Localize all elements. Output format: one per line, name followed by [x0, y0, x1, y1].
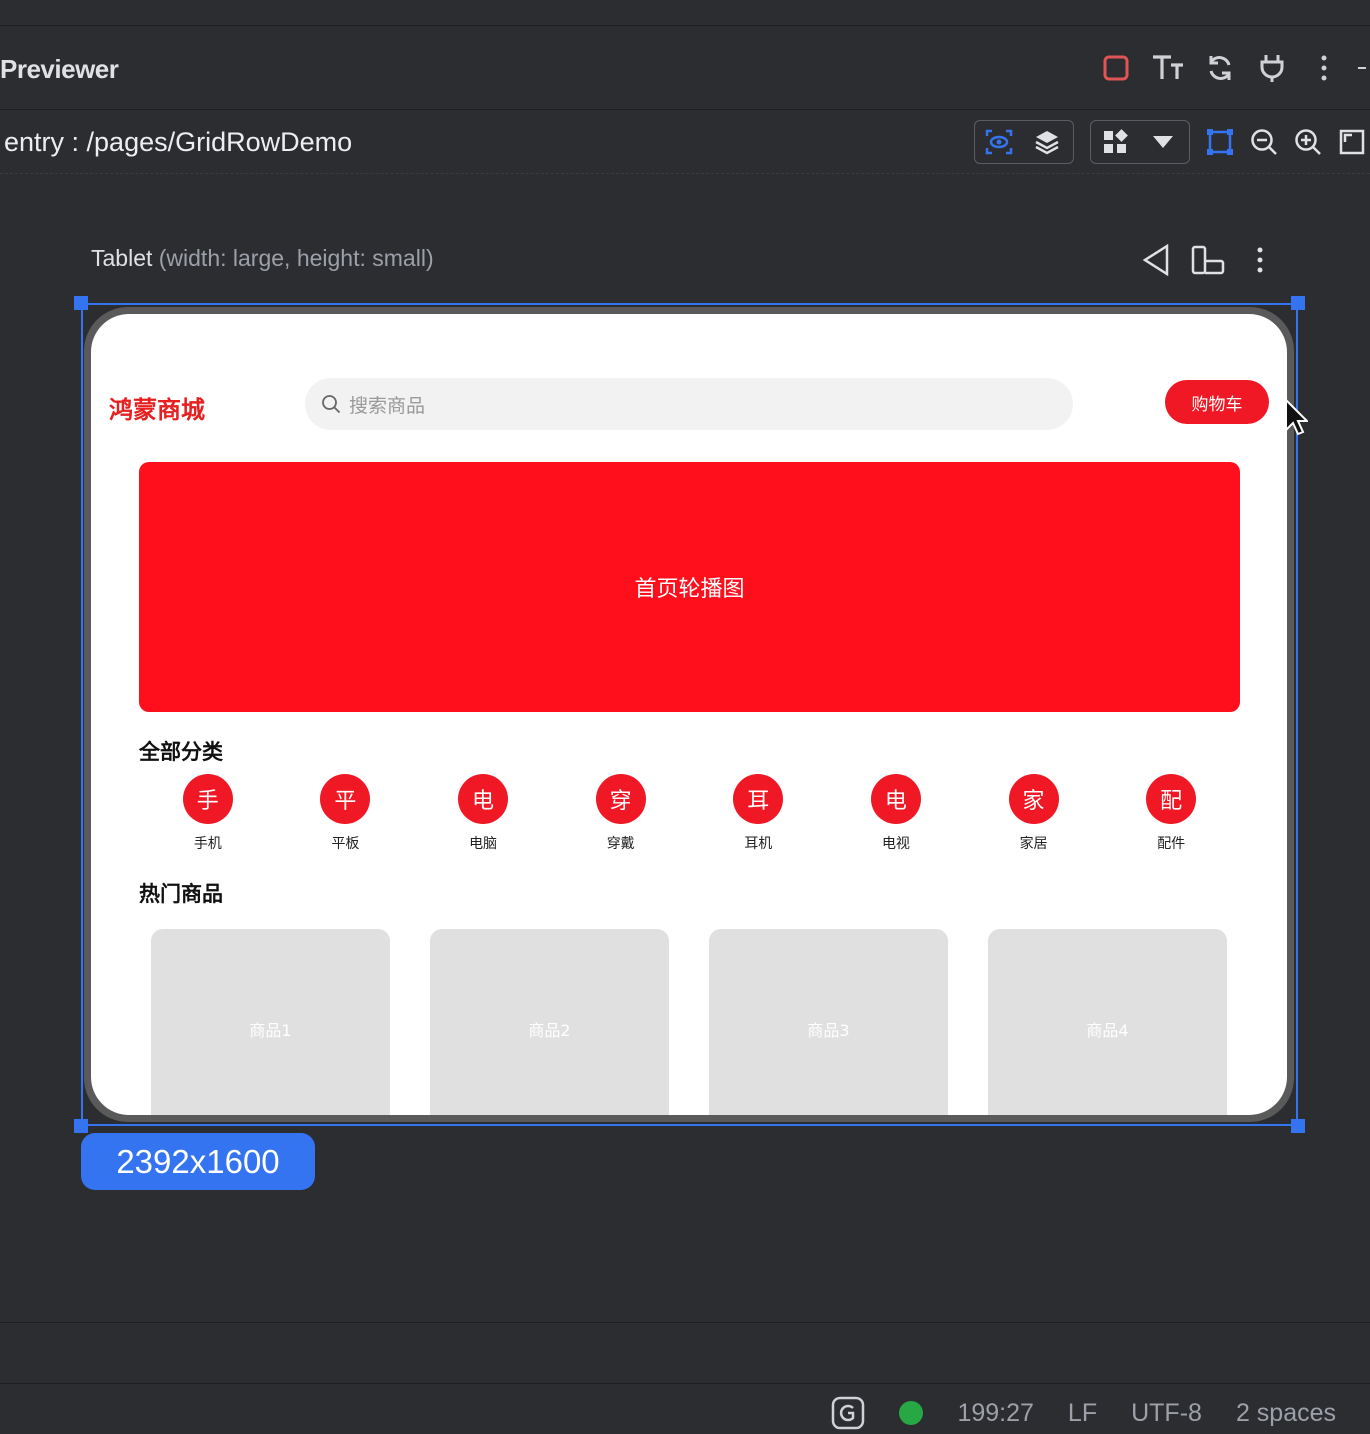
minimize-icon[interactable] [1350, 50, 1370, 86]
rotate-device-icon[interactable] [1182, 238, 1234, 282]
status-ok-indicator[interactable] [899, 1401, 924, 1425]
resize-handle[interactable] [74, 1119, 88, 1133]
selection-frame [81, 303, 1298, 1126]
chevron-down-icon[interactable] [1139, 121, 1187, 163]
route-pathbar: entry : /pages/GridRowDemo [0, 110, 1370, 174]
panel-divider [0, 1322, 1370, 1323]
grammar-icon[interactable] [831, 1396, 865, 1430]
fit-screen-icon[interactable] [1330, 120, 1370, 164]
mouse-cursor-icon [1284, 397, 1310, 441]
resize-handle[interactable] [74, 296, 88, 310]
inspect-toggle-group [974, 120, 1074, 164]
more-vertical-icon[interactable] [1298, 50, 1350, 86]
resize-handle[interactable] [1291, 1119, 1305, 1133]
resize-handle[interactable] [1291, 296, 1305, 310]
plug-icon[interactable] [1246, 50, 1298, 86]
layers-icon[interactable] [1023, 121, 1071, 163]
previewer-titlebar: Previewer [0, 28, 1370, 110]
multi-device-group [1090, 120, 1190, 164]
inspector-icon[interactable] [975, 121, 1023, 163]
page-path[interactable]: entry : /pages/GridRowDemo [4, 127, 352, 158]
zoom-out-icon[interactable] [1242, 120, 1286, 164]
line-ending[interactable]: LF [1068, 1399, 1097, 1428]
device-more-icon[interactable] [1234, 238, 1286, 282]
resolution-badge: 2392x1600 [81, 1133, 315, 1190]
indent-setting[interactable]: 2 spaces [1236, 1399, 1336, 1428]
panel-title: Previewer [0, 54, 119, 84]
device-name: Tablet [91, 245, 153, 271]
zoom-in-icon[interactable] [1286, 120, 1330, 164]
back-triangle-icon[interactable] [1130, 238, 1182, 282]
file-encoding[interactable]: UTF-8 [1131, 1399, 1202, 1428]
cursor-position[interactable]: 199:27 [957, 1399, 1033, 1428]
window-top-strip [0, 0, 1370, 26]
status-bar: 199:27 LF UTF-8 2 spaces [0, 1383, 1370, 1434]
multi-device-icon[interactable] [1091, 121, 1139, 163]
font-size-icon[interactable] [1142, 50, 1194, 86]
frame-select-icon[interactable] [1198, 120, 1242, 164]
stop-icon[interactable] [1090, 50, 1142, 86]
device-spec: (width: large, height: small) [158, 245, 434, 271]
device-label: Tablet (width: large, height: small) [91, 245, 434, 272]
refresh-icon[interactable] [1194, 50, 1246, 86]
device-actions [1130, 238, 1286, 282]
